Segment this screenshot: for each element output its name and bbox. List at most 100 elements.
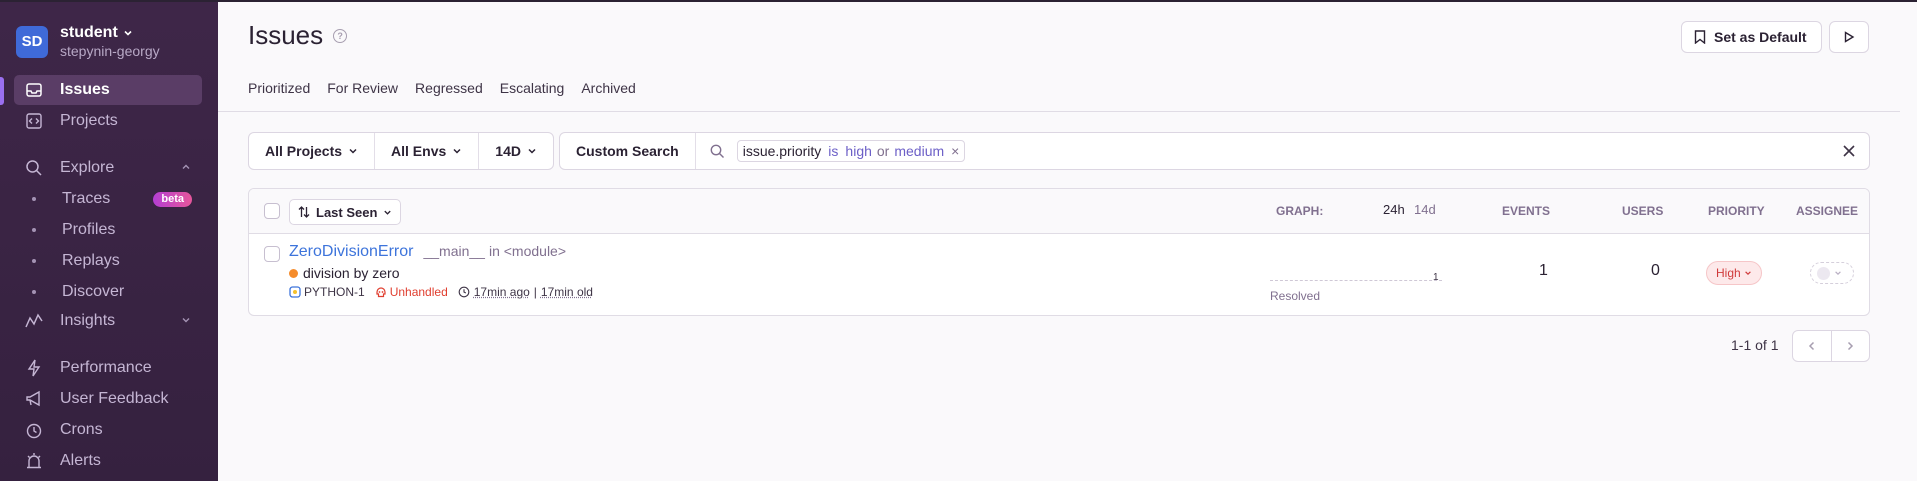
- chevron-down-icon: [453, 148, 461, 154]
- sidebar-item-crons[interactable]: Crons: [14, 415, 202, 445]
- env-filter-label: All Envs: [391, 143, 447, 159]
- bullet-icon: [32, 197, 36, 201]
- sidebar-item-label: Alerts: [60, 452, 101, 469]
- chevron-left-icon: [1808, 341, 1814, 351]
- chevron-right-icon: [1848, 341, 1854, 351]
- date-filter[interactable]: 14D: [479, 133, 553, 169]
- issues-table: Last Seen GRAPH: 24h 14d EVENTS USERS PR…: [248, 188, 1870, 316]
- sidebar-item-traces[interactable]: Traces beta: [14, 185, 202, 213]
- set-as-default-button[interactable]: Set as Default: [1681, 21, 1822, 53]
- play-icon: [1844, 31, 1855, 43]
- sidebar-item-issues[interactable]: Issues: [14, 75, 202, 105]
- tab-prioritized[interactable]: Prioritized: [248, 80, 310, 96]
- table-header: Last Seen GRAPH: 24h 14d EVENTS USERS PR…: [249, 189, 1869, 234]
- issue-short-id[interactable]: PYTHON-1: [304, 285, 365, 299]
- next-page-button[interactable]: [1832, 331, 1870, 361]
- tab-escalating[interactable]: Escalating: [500, 80, 565, 96]
- token-operator[interactable]: is: [828, 143, 838, 159]
- sort-icon: [298, 206, 310, 218]
- search-bar[interactable]: Custom Search issue.priority is high or …: [559, 132, 1870, 170]
- sidebar-item-performance[interactable]: Performance: [14, 353, 202, 383]
- pagination-caption: 1-1 of 1: [1731, 337, 1779, 353]
- tab-archived[interactable]: Archived: [581, 80, 635, 96]
- chevron-down-icon: [528, 148, 536, 154]
- sidebar-item-explore[interactable]: Explore: [14, 153, 202, 183]
- search-token[interactable]: issue.priority is high or medium ×: [736, 140, 966, 162]
- event-graph: [1270, 280, 1442, 281]
- main-content: Issues ? Set as Default Prioritized For …: [218, 2, 1917, 481]
- tab-regressed[interactable]: Regressed: [415, 80, 483, 96]
- sidebar-item-label: Profiles: [62, 221, 116, 238]
- sidebar-item-label: User Feedback: [60, 390, 169, 407]
- prev-page-button[interactable]: [1793, 331, 1832, 361]
- page-title: Issues: [248, 20, 324, 50]
- beta-badge: beta: [153, 191, 192, 207]
- token-or: or: [876, 143, 890, 159]
- timer-icon: [24, 420, 44, 440]
- column-users: USERS: [1622, 204, 1664, 218]
- org-avatar: SD: [16, 25, 48, 58]
- sidebar-item-label: Insights: [60, 312, 116, 329]
- sidebar-item-profiles[interactable]: Profiles: [14, 216, 202, 244]
- chevron-up-icon: [182, 164, 190, 169]
- token-value-high[interactable]: high: [845, 143, 871, 159]
- help-icon[interactable]: ?: [333, 28, 348, 43]
- select-all-checkbox[interactable]: [264, 203, 280, 219]
- column-priority: PRIORITY: [1708, 204, 1765, 218]
- sidebar-item-discover[interactable]: Discover: [14, 278, 202, 306]
- code-icon: [24, 111, 44, 131]
- first-seen[interactable]: 17min old: [541, 285, 593, 299]
- graph-14d-toggle[interactable]: 14d: [1414, 202, 1436, 217]
- date-filter-label: 14D: [495, 143, 521, 159]
- events-count: 1: [1539, 262, 1548, 279]
- tab-for-review[interactable]: For Review: [327, 80, 398, 96]
- sidebar-item-replays[interactable]: Replays: [14, 247, 202, 275]
- active-indicator: [0, 77, 4, 105]
- bookmark-icon: [1694, 30, 1706, 44]
- sidebar-item-label: Crons: [60, 421, 103, 438]
- skull-icon: [376, 287, 386, 298]
- sidebar-item-insights[interactable]: Insights: [14, 306, 202, 336]
- chevron-down-icon: [384, 210, 392, 215]
- lightning-icon: [24, 358, 44, 378]
- chevron-down-icon: [182, 318, 190, 323]
- resolved-label: Resolved: [1270, 289, 1321, 303]
- token-remove-icon[interactable]: ×: [951, 143, 959, 159]
- unhandled-badge: Unhandled: [389, 285, 448, 299]
- sort-button[interactable]: Last Seen: [289, 199, 402, 225]
- sidebar-item-user-feedback[interactable]: User Feedback: [14, 384, 202, 414]
- play-button[interactable]: [1829, 21, 1869, 53]
- graph-max-label: 1: [1433, 272, 1439, 283]
- issue-title-link[interactable]: ZeroDivisionError: [289, 243, 413, 261]
- org-switcher[interactable]: SD student stepynin-georgy: [16, 24, 160, 59]
- graph-24h-toggle[interactable]: 24h: [1383, 202, 1405, 217]
- env-filter[interactable]: All Envs: [375, 133, 480, 169]
- priority-badge[interactable]: High: [1706, 261, 1762, 285]
- column-assignee: ASSIGNEE: [1796, 204, 1859, 218]
- assignee-selector[interactable]: [1810, 262, 1854, 284]
- org-name: student: [60, 24, 118, 41]
- project-filter[interactable]: All Projects: [249, 133, 376, 169]
- set-as-default-label: Set as Default: [1714, 29, 1807, 45]
- org-username: stepynin-georgy: [60, 43, 160, 59]
- sidebar-item-label: Discover: [62, 283, 125, 300]
- sidebar-item-label: Traces: [62, 190, 111, 207]
- sidebar-item-projects[interactable]: Projects: [14, 106, 202, 136]
- custom-search-button[interactable]: Custom Search: [560, 133, 696, 169]
- row-checkbox[interactable]: [264, 246, 280, 262]
- chevron-down-icon: [124, 30, 132, 36]
- inbox-icon: [24, 80, 44, 100]
- close-icon[interactable]: [1841, 143, 1857, 159]
- column-graph: GRAPH:: [1276, 204, 1324, 218]
- avatar: [1817, 266, 1830, 280]
- table-row[interactable]: ZeroDivisionError __main__ in <module> d…: [249, 234, 1869, 315]
- sidebar-item-label: Replays: [62, 252, 120, 269]
- chevron-down-icon: [1835, 271, 1841, 276]
- column-events: EVENTS: [1502, 204, 1551, 218]
- chevron-down-icon: [349, 148, 357, 154]
- issue-location: __main__: [423, 243, 485, 259]
- sidebar-item-alerts[interactable]: Alerts: [14, 446, 202, 476]
- bullet-icon: [32, 259, 36, 263]
- last-seen[interactable]: 17min ago: [474, 285, 530, 299]
- token-value-medium[interactable]: medium: [894, 143, 944, 159]
